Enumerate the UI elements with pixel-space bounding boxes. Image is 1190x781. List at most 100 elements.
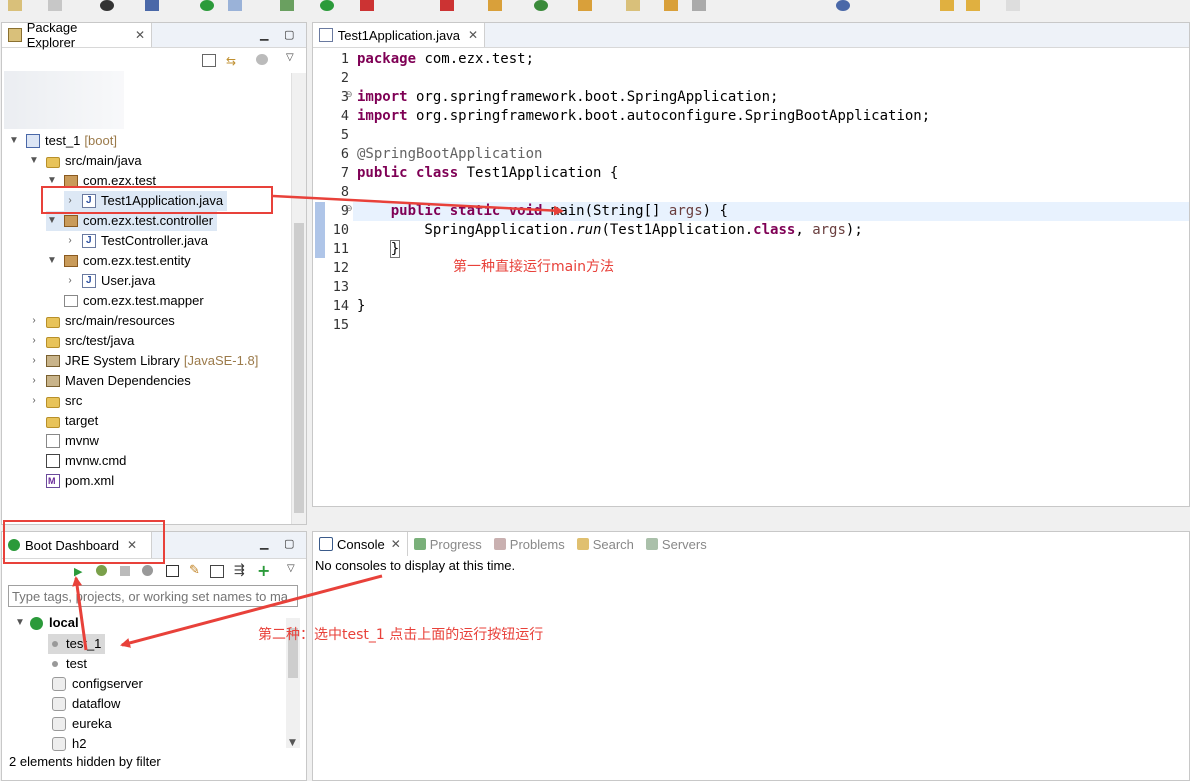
tree-item-package[interactable]: ▼ com.ezx.test.controller	[46, 211, 218, 231]
tree-item-src-main-java[interactable]: ▼ src/main/java	[28, 151, 142, 171]
tree-item-mvnw[interactable]: mvnw	[28, 431, 99, 451]
toggle-icon[interactable]	[228, 0, 242, 11]
console-icon	[319, 537, 333, 551]
debug-icon[interactable]	[96, 565, 107, 576]
open-type-icon[interactable]	[664, 0, 678, 11]
console-tabbar: Console ✕ Progress Problems Search Serve…	[313, 532, 713, 556]
tab-search[interactable]: Search	[571, 532, 640, 556]
close-icon[interactable]: ✕	[391, 537, 401, 551]
tree-item-target[interactable]: target	[28, 411, 98, 431]
expand-chevron-icon[interactable]: ›	[28, 331, 40, 351]
properties-icon[interactable]	[210, 565, 224, 578]
tree-item-java-file[interactable]: › TestController.java	[64, 231, 208, 251]
dashboard-group-label: local	[49, 615, 79, 630]
tree-item-src-main-resources[interactable]: › src/main/resources	[28, 311, 175, 331]
window-icon[interactable]	[145, 0, 159, 11]
dashboard-group-local[interactable]: ▼ local	[14, 613, 79, 633]
collapse-all-icon[interactable]	[202, 54, 216, 67]
dashboard-item-test[interactable]: test	[48, 654, 87, 674]
dashboard-item-configserver[interactable]: configserver	[52, 674, 143, 694]
minimize-icon[interactable]: ▁	[260, 537, 268, 550]
close-icon[interactable]: ✕	[135, 28, 145, 42]
stop-icon[interactable]	[120, 566, 130, 576]
boot-dashboard-panel: Boot Dashboard ✕ ▁ ▢ ▶ ✎ ⇶ + ▽ ▼	[1, 531, 307, 781]
dashboard-filter-input[interactable]	[8, 585, 298, 607]
link-editor-icon[interactable]: ⇆	[226, 54, 236, 68]
code-line: public class Test1Application {	[357, 165, 619, 181]
user-icon[interactable]	[100, 0, 114, 11]
pin-icon[interactable]	[692, 0, 706, 11]
tree-item-label: com.ezx.test.mapper	[83, 293, 204, 308]
edit-icon[interactable]: ✎	[189, 563, 200, 578]
tree-item-label: TestController.java	[101, 233, 208, 248]
deploy-icon[interactable]: ⇶	[234, 563, 245, 578]
code-line: @SpringBootApplication	[357, 146, 543, 162]
maximize-icon[interactable]: ▢	[284, 28, 294, 41]
new-project-icon[interactable]	[488, 0, 502, 11]
filter-icon[interactable]	[256, 54, 268, 65]
tree-item-mvnw-cmd[interactable]: mvnw.cmd	[28, 451, 126, 471]
tab-test1application[interactable]: Test1Application.java ✕	[313, 23, 485, 47]
tab-servers[interactable]: Servers	[640, 532, 713, 556]
code-area[interactable]: package com.ezx.test; import org.springf…	[313, 48, 1189, 506]
dashboard-item-dataflow[interactable]: dataflow	[52, 694, 120, 714]
expand-chevron-icon[interactable]: ▼	[14, 613, 26, 633]
next-icon[interactable]	[1006, 0, 1020, 11]
tree-item-project[interactable]: ▼ test_1 [boot]	[8, 131, 117, 151]
start-icon[interactable]: ▶	[74, 565, 82, 578]
back-icon[interactable]	[940, 0, 954, 11]
expand-chevron-icon[interactable]: ›	[28, 391, 40, 411]
package-explorer-scrollbar[interactable]	[291, 73, 306, 524]
new-file-icon[interactable]	[8, 0, 22, 11]
tree-item-maven-deps[interactable]: › Maven Dependencies	[28, 371, 190, 391]
tab-progress[interactable]: Progress	[408, 532, 488, 556]
pencil-icon[interactable]	[626, 0, 640, 11]
open-browser-icon[interactable]	[166, 565, 179, 577]
maximize-icon[interactable]: ▢	[284, 537, 294, 550]
tree-item-package[interactable]: com.ezx.test.mapper	[46, 291, 204, 311]
expand-chevron-icon[interactable]: ▼	[8, 131, 20, 151]
tree-item-src-test-java[interactable]: › src/test/java	[28, 331, 134, 351]
view-menu-icon[interactable]: ▽	[287, 563, 295, 574]
tree-item-java-file[interactable]: › User.java	[64, 271, 155, 291]
open-console-icon[interactable]	[142, 565, 153, 576]
library-icon	[46, 355, 60, 367]
boot-icon[interactable]	[200, 0, 214, 11]
save-icon[interactable]	[48, 0, 62, 11]
globe-icon[interactable]	[836, 0, 850, 11]
open-folder-icon[interactable]	[578, 0, 592, 11]
tree-item-pom[interactable]: pom.xml	[28, 471, 114, 491]
tree-item-jre-library[interactable]: › JRE System Library [JavaSE-1.8]	[28, 351, 258, 371]
expand-chevron-icon[interactable]: ▼	[46, 251, 58, 271]
scrollbar-thumb[interactable]	[294, 223, 304, 513]
expand-chevron-icon[interactable]: ›	[28, 371, 40, 391]
expand-chevron-icon[interactable]: ›	[64, 271, 76, 291]
forward-icon[interactable]	[966, 0, 980, 11]
tree-item-label: src/test/java	[65, 333, 135, 348]
tree-item-label: src/main/resources	[65, 313, 175, 328]
run-config-icon[interactable]	[440, 0, 454, 11]
scroll-down-icon[interactable]: ▼	[289, 738, 296, 748]
run-icon[interactable]	[320, 0, 334, 11]
tab-package-explorer[interactable]: Package Explorer ✕	[2, 23, 152, 50]
tab-problems[interactable]: Problems	[488, 532, 571, 556]
tree-item-package[interactable]: ▼ com.ezx.test.entity	[46, 251, 191, 271]
close-icon[interactable]: ✕	[468, 28, 478, 42]
dashboard-item-test-1[interactable]: test_1	[48, 634, 106, 654]
expand-chevron-icon[interactable]: ›	[28, 351, 40, 371]
dashboard-item-h2[interactable]: h2	[52, 734, 86, 754]
expand-chevron-icon[interactable]: ▼	[28, 151, 40, 171]
code-line: import org.springframework.boot.autoconf…	[357, 108, 931, 124]
tree-item-src[interactable]: › src	[28, 391, 82, 411]
dashboard-item-eureka[interactable]: eureka	[52, 714, 112, 734]
expand-chevron-icon[interactable]: ▼	[46, 211, 58, 231]
minimize-icon[interactable]: ▁	[260, 28, 268, 41]
view-menu-icon[interactable]: ▽	[286, 52, 294, 63]
debug-icon[interactable]	[280, 0, 294, 11]
expand-chevron-icon[interactable]: ›	[28, 311, 40, 331]
refresh-icon[interactable]	[534, 0, 548, 11]
tab-console[interactable]: Console ✕	[313, 532, 408, 556]
add-icon[interactable]: +	[257, 561, 270, 580]
expand-chevron-icon[interactable]: ›	[64, 231, 76, 251]
stop-icon[interactable]	[360, 0, 374, 11]
